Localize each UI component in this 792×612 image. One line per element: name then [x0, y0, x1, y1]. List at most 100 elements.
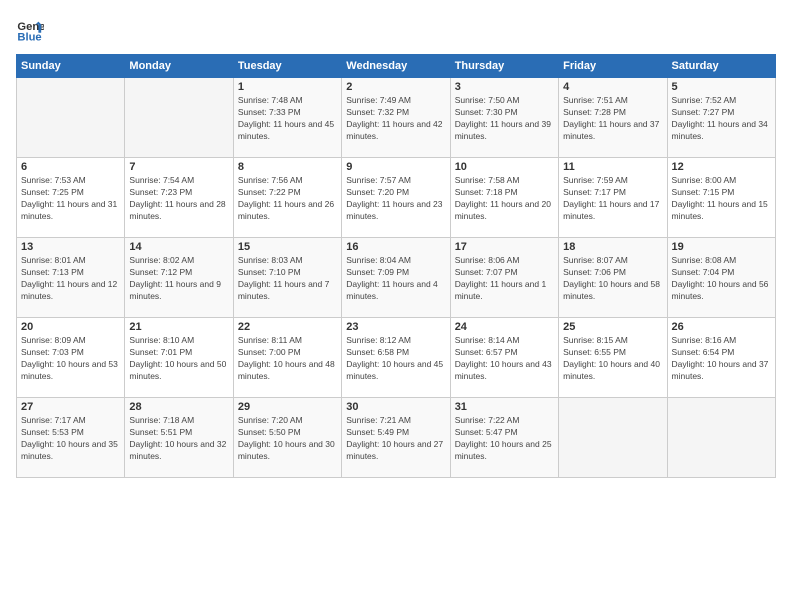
- day-number: 19: [672, 241, 771, 253]
- day-number: 5: [672, 81, 771, 93]
- logo: General Blue: [16, 16, 48, 44]
- calendar-week-row: 13 Sunrise: 8:01 AMSunset: 7:13 PMDayligh…: [17, 238, 776, 318]
- weekday-header-row: SundayMondayTuesdayWednesdayThursdayFrid…: [17, 55, 776, 78]
- day-number: 7: [129, 161, 228, 173]
- cell-content: Sunrise: 8:08 AMSunset: 7:04 PMDaylight:…: [672, 255, 771, 303]
- cell-content: Sunrise: 8:15 AMSunset: 6:55 PMDaylight:…: [563, 335, 662, 383]
- cell-content: Sunrise: 7:20 AMSunset: 5:50 PMDaylight:…: [238, 415, 337, 463]
- cell-content: Sunrise: 7:52 AMSunset: 7:27 PMDaylight:…: [672, 95, 771, 143]
- calendar-cell: 11 Sunrise: 7:59 AMSunset: 7:17 PMDayligh…: [559, 158, 667, 238]
- calendar-week-row: 20Sunrise: 8:09 AMSunset: 7:03 PMDayligh…: [17, 318, 776, 398]
- day-number: 22: [238, 321, 337, 333]
- day-number: 13: [21, 241, 120, 253]
- calendar-cell: 27 Sunrise: 7:17 AMSunset: 5:53 PMDayligh…: [17, 398, 125, 478]
- day-number: 27: [21, 401, 120, 413]
- day-number: 18: [563, 241, 662, 253]
- day-number: 15: [238, 241, 337, 253]
- day-number: 23: [346, 321, 445, 333]
- calendar-cell: 20Sunrise: 8:09 AMSunset: 7:03 PMDayligh…: [17, 318, 125, 398]
- weekday-header: Sunday: [17, 55, 125, 78]
- cell-content: Sunrise: 8:00 AMSunset: 7:15 PMDaylight:…: [672, 175, 771, 223]
- calendar-cell: 18 Sunrise: 8:07 AMSunset: 7:06 PMDayligh…: [559, 238, 667, 318]
- calendar-cell: 5 Sunrise: 7:52 AMSunset: 7:27 PMDaylight…: [667, 78, 775, 158]
- day-number: 26: [672, 321, 771, 333]
- weekday-header: Thursday: [450, 55, 558, 78]
- calendar-cell: 28 Sunrise: 7:18 AMSunset: 5:51 PMDayligh…: [125, 398, 233, 478]
- calendar-cell: 29 Sunrise: 7:20 AMSunset: 5:50 PMDayligh…: [233, 398, 341, 478]
- calendar-cell: 7Sunrise: 7:54 AMSunset: 7:23 PMDaylight…: [125, 158, 233, 238]
- calendar-cell: 15 Sunrise: 8:03 AMSunset: 7:10 PMDayligh…: [233, 238, 341, 318]
- calendar-cell: 3 Sunrise: 7:50 AMSunset: 7:30 PMDaylight…: [450, 78, 558, 158]
- cell-content: Sunrise: 8:04 AMSunset: 7:09 PMDaylight:…: [346, 255, 445, 303]
- day-number: 25: [563, 321, 662, 333]
- day-number: 30: [346, 401, 445, 413]
- cell-content: Sunrise: 8:02 AMSunset: 7:12 PMDaylight:…: [129, 255, 228, 303]
- calendar-cell: 14 Sunrise: 8:02 AMSunset: 7:12 PMDayligh…: [125, 238, 233, 318]
- calendar-cell: 2 Sunrise: 7:49 AMSunset: 7:32 PMDaylight…: [342, 78, 450, 158]
- calendar-cell: 8Sunrise: 7:56 AMSunset: 7:22 PMDaylight…: [233, 158, 341, 238]
- day-number: 12: [672, 161, 771, 173]
- calendar-cell: 16 Sunrise: 8:04 AMSunset: 7:09 PMDayligh…: [342, 238, 450, 318]
- cell-content: Sunrise: 7:59 AMSunset: 7:17 PMDaylight:…: [563, 175, 662, 223]
- cell-content: Sunrise: 7:48 AMSunset: 7:33 PMDaylight:…: [238, 95, 337, 143]
- weekday-header: Friday: [559, 55, 667, 78]
- cell-content: Sunrise: 8:11 AMSunset: 7:00 PMDaylight:…: [238, 335, 337, 383]
- day-number: 3: [455, 81, 554, 93]
- calendar-cell: [559, 398, 667, 478]
- cell-content: Sunrise: 7:21 AMSunset: 5:49 PMDaylight:…: [346, 415, 445, 463]
- calendar-cell: [17, 78, 125, 158]
- cell-content: Sunrise: 7:57 AMSunset: 7:20 PMDaylight:…: [346, 175, 445, 223]
- day-number: 6: [21, 161, 120, 173]
- calendar-cell: 12 Sunrise: 8:00 AMSunset: 7:15 PMDayligh…: [667, 158, 775, 238]
- logo-icon: General Blue: [16, 16, 44, 44]
- cell-content: Sunrise: 8:06 AMSunset: 7:07 PMDaylight:…: [455, 255, 554, 303]
- weekday-header: Wednesday: [342, 55, 450, 78]
- cell-content: Sunrise: 8:01 AMSunset: 7:13 PMDaylight:…: [21, 255, 120, 303]
- day-number: 17: [455, 241, 554, 253]
- cell-content: Sunrise: 8:14 AMSunset: 6:57 PMDaylight:…: [455, 335, 554, 383]
- cell-content: Sunrise: 7:50 AMSunset: 7:30 PMDaylight:…: [455, 95, 554, 143]
- cell-content: Sunrise: 8:09 AMSunset: 7:03 PMDaylight:…: [21, 335, 120, 383]
- svg-text:Blue: Blue: [17, 32, 41, 44]
- cell-content: Sunrise: 8:03 AMSunset: 7:10 PMDaylight:…: [238, 255, 337, 303]
- day-number: 29: [238, 401, 337, 413]
- calendar-cell: 23Sunrise: 8:12 AMSunset: 6:58 PMDayligh…: [342, 318, 450, 398]
- cell-content: Sunrise: 7:18 AMSunset: 5:51 PMDaylight:…: [129, 415, 228, 463]
- cell-content: Sunrise: 7:51 AMSunset: 7:28 PMDaylight:…: [563, 95, 662, 143]
- weekday-header: Saturday: [667, 55, 775, 78]
- cell-content: Sunrise: 7:17 AMSunset: 5:53 PMDaylight:…: [21, 415, 120, 463]
- page-container: General Blue SundayMondayTuesdayWednesda…: [0, 0, 792, 612]
- cell-content: Sunrise: 7:22 AMSunset: 5:47 PMDaylight:…: [455, 415, 554, 463]
- calendar-cell: 4 Sunrise: 7:51 AMSunset: 7:28 PMDaylight…: [559, 78, 667, 158]
- calendar-cell: 22 Sunrise: 8:11 AMSunset: 7:00 PMDayligh…: [233, 318, 341, 398]
- calendar-cell: 17 Sunrise: 8:06 AMSunset: 7:07 PMDayligh…: [450, 238, 558, 318]
- day-number: 2: [346, 81, 445, 93]
- cell-content: Sunrise: 7:58 AMSunset: 7:18 PMDaylight:…: [455, 175, 554, 223]
- weekday-header: Monday: [125, 55, 233, 78]
- day-number: 14: [129, 241, 228, 253]
- cell-content: Sunrise: 8:10 AMSunset: 7:01 PMDaylight:…: [129, 335, 228, 383]
- day-number: 8: [238, 161, 337, 173]
- day-number: 28: [129, 401, 228, 413]
- calendar-cell: 24Sunrise: 8:14 AMSunset: 6:57 PMDayligh…: [450, 318, 558, 398]
- calendar-table: SundayMondayTuesdayWednesdayThursdayFrid…: [16, 54, 776, 478]
- calendar-week-row: 1Sunrise: 7:48 AMSunset: 7:33 PMDaylight…: [17, 78, 776, 158]
- day-number: 11: [563, 161, 662, 173]
- day-number: 4: [563, 81, 662, 93]
- calendar-week-row: 6Sunrise: 7:53 AMSunset: 7:25 PMDaylight…: [17, 158, 776, 238]
- weekday-header: Tuesday: [233, 55, 341, 78]
- cell-content: Sunrise: 8:16 AMSunset: 6:54 PMDaylight:…: [672, 335, 771, 383]
- page-header: General Blue: [16, 16, 776, 44]
- day-number: 9: [346, 161, 445, 173]
- calendar-cell: 6Sunrise: 7:53 AMSunset: 7:25 PMDaylight…: [17, 158, 125, 238]
- day-number: 21: [129, 321, 228, 333]
- calendar-cell: [667, 398, 775, 478]
- calendar-cell: 26 Sunrise: 8:16 AMSunset: 6:54 PMDayligh…: [667, 318, 775, 398]
- day-number: 31: [455, 401, 554, 413]
- calendar-cell: 10Sunrise: 7:58 AMSunset: 7:18 PMDayligh…: [450, 158, 558, 238]
- cell-content: Sunrise: 8:07 AMSunset: 7:06 PMDaylight:…: [563, 255, 662, 303]
- calendar-cell: 13 Sunrise: 8:01 AMSunset: 7:13 PMDayligh…: [17, 238, 125, 318]
- day-number: 16: [346, 241, 445, 253]
- cell-content: Sunrise: 7:49 AMSunset: 7:32 PMDaylight:…: [346, 95, 445, 143]
- calendar-cell: 30 Sunrise: 7:21 AMSunset: 5:49 PMDayligh…: [342, 398, 450, 478]
